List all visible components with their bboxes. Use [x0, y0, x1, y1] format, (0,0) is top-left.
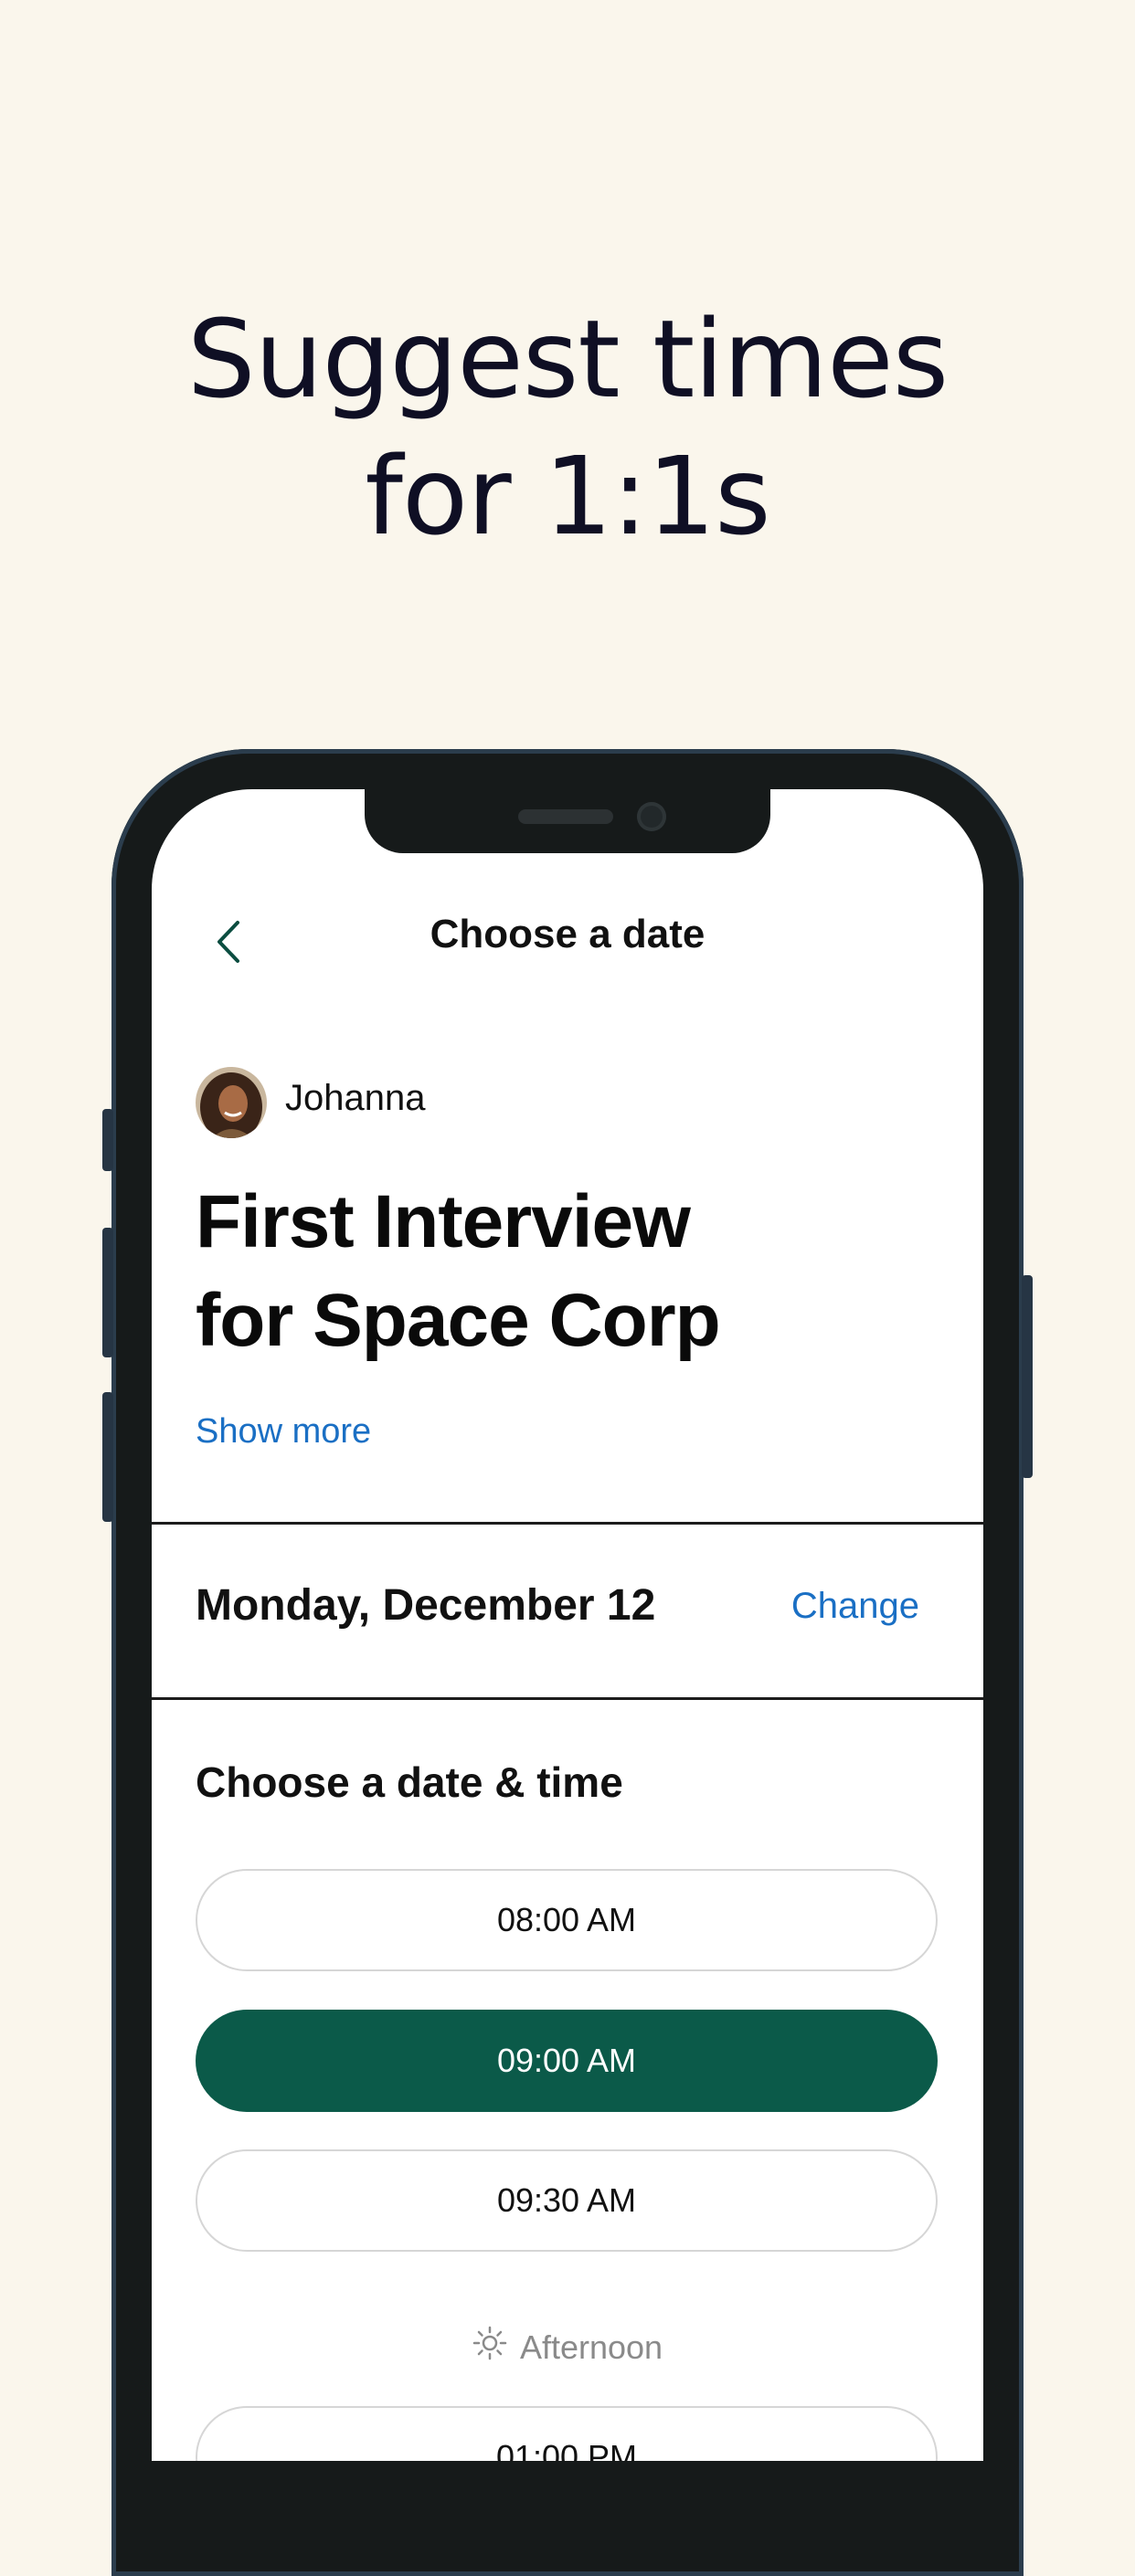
headline-line-1: Suggest times — [186, 296, 949, 422]
phone-silent-switch — [102, 1109, 113, 1171]
time-slot-0930[interactable]: 09:30 AM — [196, 2149, 938, 2252]
headline-line-2: for 1:1s — [365, 433, 770, 559]
time-slot-0900-selected[interactable]: 09:00 AM — [196, 2010, 938, 2112]
divider-bottom — [152, 1697, 983, 1700]
time-slot-0800[interactable]: 08:00 AM — [196, 1869, 938, 1971]
marketing-headline: Suggest times for 1:1s — [0, 290, 1135, 565]
time-slot-0100pm[interactable]: 01:00 PM — [196, 2406, 938, 2461]
host-name: Johanna — [285, 1078, 426, 1118]
time-section-title: Choose a date & time — [196, 1758, 623, 1806]
speaker-grille — [518, 809, 613, 824]
show-more-link[interactable]: Show more — [196, 1412, 371, 1452]
selected-date: Monday, December 12 — [196, 1581, 656, 1630]
event-title-line-1: First Interview — [196, 1180, 691, 1263]
host-avatar — [196, 1067, 267, 1138]
phone-volume-up — [102, 1228, 113, 1357]
phone-notch — [365, 789, 770, 853]
afternoon-label: Afternoon — [519, 2328, 663, 2366]
event-title: First Interview for Space Corp — [196, 1173, 945, 1370]
afternoon-header: Afternoon — [152, 2326, 983, 2369]
event-title-line-2: for Space Corp — [196, 1279, 721, 1362]
change-date-link[interactable]: Change — [791, 1586, 919, 1627]
phone-screen: Choose a date Johanna First Interview fo… — [152, 789, 983, 2461]
sun-icon — [472, 2326, 507, 2369]
phone-volume-down — [102, 1392, 113, 1522]
divider-top — [152, 1522, 983, 1525]
phone-power-button — [1022, 1275, 1033, 1478]
front-camera — [637, 802, 666, 831]
page-title: Choose a date — [430, 912, 705, 956]
